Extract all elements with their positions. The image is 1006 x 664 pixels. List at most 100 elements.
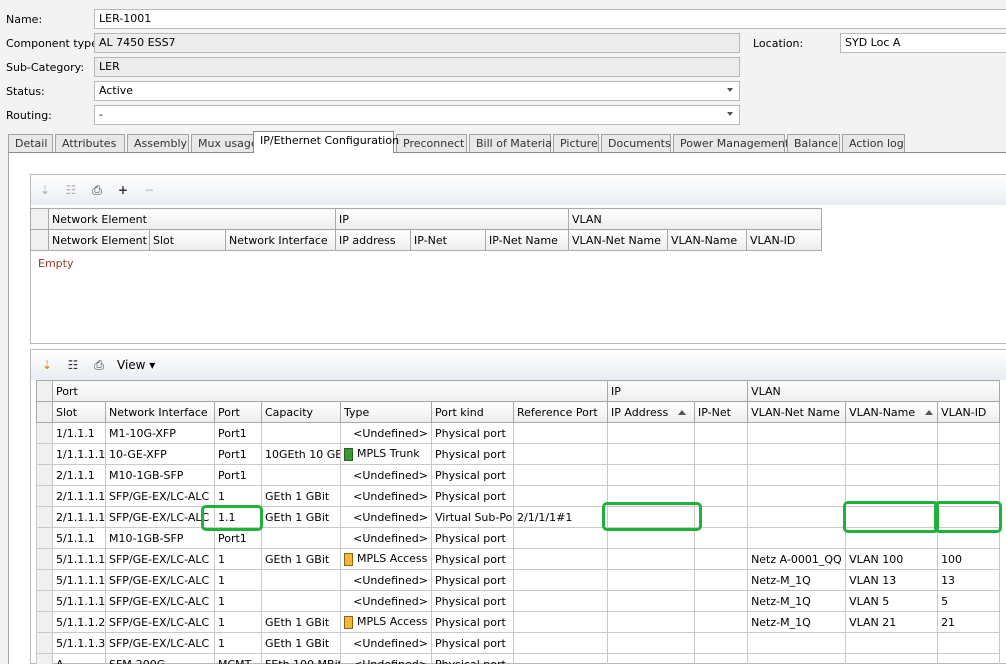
cell-slot[interactable]: 5/1.1.1.1 — [52, 590, 106, 612]
filter-icon[interactable]: ☷ — [65, 358, 81, 372]
cell-vlan-name[interactable] — [845, 653, 939, 664]
col-port-kind[interactable]: Port kind — [431, 401, 514, 423]
cell-type[interactable]: MPLS Access — [340, 548, 432, 570]
cell-ip-net[interactable] — [694, 653, 749, 664]
cell-ip-address[interactable] — [607, 548, 696, 570]
cell-vlan-name[interactable]: VLAN 13 — [845, 569, 939, 591]
cell-reference-port[interactable]: 2/1/1/1#1 — [512, 506, 609, 528]
cell-port[interactable]: 1 — [214, 632, 262, 654]
cell-port-kind[interactable]: Physical port — [431, 527, 514, 549]
print-icon[interactable]: ⎙ — [89, 183, 105, 197]
col-ip-address[interactable]: IP Address — [607, 401, 696, 423]
cell-vlan-name[interactable] — [845, 464, 939, 486]
col-ip-net-name[interactable]: IP-Net Name — [485, 229, 570, 251]
col-network-interface[interactable]: Network Interface — [224, 229, 337, 251]
cell-network-interface[interactable]: SFM-200G — [105, 653, 215, 664]
cell-ip-net[interactable] — [694, 485, 749, 507]
cell-vlan-name[interactable]: VLAN 21 — [845, 611, 939, 633]
sub-category-field[interactable]: LER — [94, 57, 740, 77]
cell-ip-net[interactable] — [694, 548, 749, 570]
cell-vlan-name[interactable] — [845, 422, 939, 444]
row-selector[interactable] — [36, 422, 53, 444]
cell-capacity[interactable]: GEth 1 GBit — [261, 548, 341, 570]
routing-select[interactable]: - — [94, 105, 740, 125]
filter-icon[interactable]: ☷ — [63, 183, 79, 197]
cell-network-interface[interactable]: SFP/GE-EX/LC-ALC — [105, 506, 215, 528]
cell-ip-net[interactable] — [694, 464, 749, 486]
cell-ip-address[interactable] — [607, 632, 696, 654]
cell-port-kind[interactable]: Physical port — [431, 569, 514, 591]
export-icon[interactable]: ⇣ — [37, 183, 53, 197]
cell-slot[interactable]: 1/1.1.1.1 — [52, 443, 106, 465]
cell-port[interactable]: Port1 — [214, 422, 262, 444]
cell-vlan-id[interactable] — [937, 632, 1001, 654]
col-ip-address[interactable]: IP address — [335, 229, 412, 251]
cell-port[interactable]: MCMT — [214, 653, 262, 664]
cell-ip-address[interactable] — [607, 611, 696, 633]
tab-attributes[interactable]: Attributes — [55, 134, 125, 152]
cell-ip-net[interactable] — [694, 527, 749, 549]
cell-capacity[interactable]: FEth 100 MBit — [261, 653, 341, 664]
table-row[interactable]: 5/1.1.1.1 SFP/GE-EX/LC-ALC 1 <Undefined> Phy… — [36, 569, 1001, 591]
tab-picture[interactable]: Picture — [553, 134, 599, 152]
tab-action-log[interactable]: Action log — [842, 134, 905, 152]
cell-ip-address[interactable] — [607, 443, 696, 465]
col-vlan-name[interactable]: VLAN-Name — [667, 229, 748, 251]
cell-port-kind[interactable]: Physical port — [431, 632, 514, 654]
cell-ip-net[interactable] — [694, 506, 749, 528]
cell-port[interactable]: 1 — [214, 548, 262, 570]
col-vlan-net-name[interactable]: VLAN-Net Name — [568, 229, 669, 251]
col-network-interface[interactable]: Network Interface — [105, 401, 215, 423]
cell-port[interactable]: Port1 — [214, 443, 262, 465]
cell-network-interface[interactable]: M1-10G-XFP — [105, 422, 215, 444]
cell-reference-port[interactable] — [512, 569, 609, 591]
table-row[interactable]: 1/1.1.1 M1-10G-XFP Port1 <Undefined> Physica… — [36, 422, 1001, 444]
cell-reference-port[interactable] — [512, 443, 609, 465]
cell-slot[interactable]: 2/1.1.1.1 — [52, 506, 106, 528]
row-selector[interactable] — [36, 464, 53, 486]
row-selector[interactable] — [36, 590, 53, 612]
cell-port-kind[interactable]: Physical port — [431, 590, 514, 612]
cell-reference-port[interactable] — [512, 464, 609, 486]
tab-documents[interactable]: Documents — [601, 134, 671, 152]
cell-vlan-net-name[interactable]: Netz-M_1Q — [747, 590, 847, 612]
cell-vlan-net-name[interactable] — [747, 632, 847, 654]
cell-vlan-id[interactable] — [937, 653, 1001, 664]
cell-port-kind[interactable]: Physical port — [431, 611, 514, 633]
cell-vlan-name[interactable]: VLAN 100 — [845, 548, 939, 570]
cell-port-kind[interactable]: Virtual Sub-Port — [431, 506, 514, 528]
export-icon[interactable]: ⇣ — [39, 358, 55, 372]
cell-vlan-id[interactable]: 5 — [937, 590, 1001, 612]
cell-network-interface[interactable]: M10-1GB-SFP — [105, 527, 215, 549]
cell-vlan-name[interactable] — [845, 632, 939, 654]
cell-port[interactable]: Port1 — [214, 464, 262, 486]
cell-vlan-net-name[interactable] — [747, 506, 847, 528]
cell-ip-net[interactable] — [694, 569, 749, 591]
cell-slot[interactable]: 2/1.1.1 — [52, 464, 106, 486]
cell-vlan-net-name[interactable] — [747, 464, 847, 486]
cell-ip-net[interactable] — [694, 443, 749, 465]
cell-port-kind[interactable]: Physical port — [431, 443, 514, 465]
cell-port[interactable]: 1 — [214, 485, 262, 507]
cell-vlan-net-name[interactable] — [747, 485, 847, 507]
cell-vlan-id[interactable]: 13 — [937, 569, 1001, 591]
cell-capacity[interactable] — [261, 527, 341, 549]
status-select[interactable]: Active — [94, 81, 740, 101]
cell-slot[interactable]: 1/1.1.1 — [52, 422, 106, 444]
tab-ip-ethernet-configuration[interactable]: IP/Ethernet Configuration — [253, 131, 399, 153]
cell-ip-address[interactable] — [607, 590, 696, 612]
cell-network-interface[interactable]: SFP/GE-EX/LC-ALC — [105, 611, 215, 633]
cell-network-interface[interactable]: 10-GE-XFP — [105, 443, 215, 465]
table-row[interactable]: A SFM-200G MCMT FEth 100 MBit <Undefined> Phy… — [36, 653, 1001, 664]
cell-reference-port[interactable] — [512, 548, 609, 570]
location-field[interactable]: SYD Loc A — [840, 33, 1006, 53]
cell-reference-port[interactable] — [512, 653, 609, 664]
cell-ip-address[interactable] — [607, 422, 696, 444]
cell-slot[interactable]: A — [52, 653, 106, 664]
cell-port-kind[interactable]: Physical port — [431, 485, 514, 507]
cell-vlan-name[interactable]: VLAN 5 — [845, 590, 939, 612]
view-menu-button[interactable]: View ▾ — [117, 358, 155, 372]
cell-vlan-net-name[interactable]: Netz-M_1Q — [747, 611, 847, 633]
col-vlan-net-name[interactable]: VLAN-Net Name — [747, 401, 847, 423]
row-selector[interactable] — [36, 548, 53, 570]
